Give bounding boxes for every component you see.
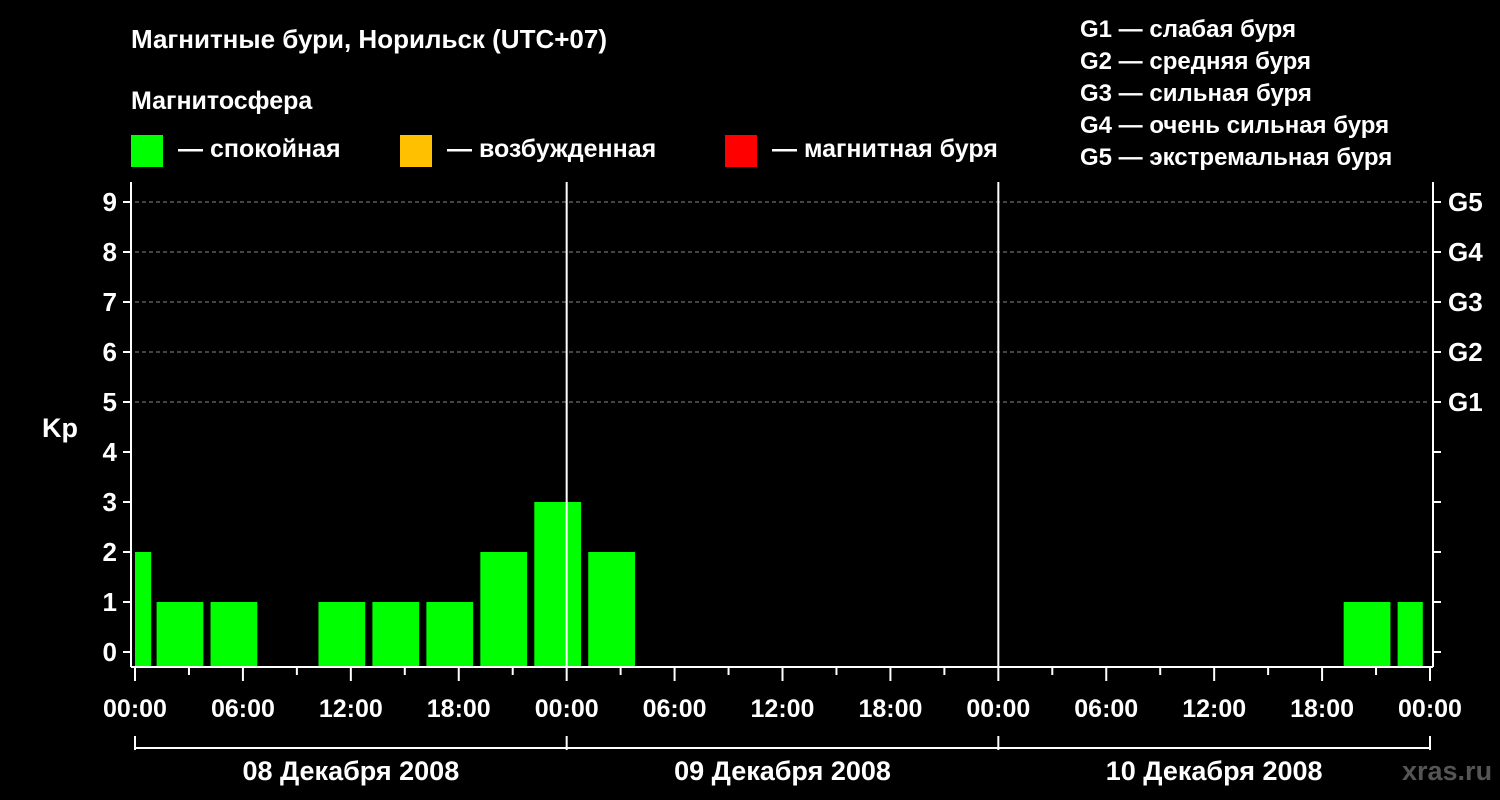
kp-bar-7 — [534, 502, 582, 667]
kp-chart: 0 1 2 3 4 5 6 7 8 9 G1 G2 G3 G4 G5 Kp 00:00 06:00 12:00 18:… — [42, 182, 1483, 786]
date-label-0: 08 Декабря 2008 — [242, 756, 459, 786]
kp-bar-0 — [135, 552, 152, 667]
g-tick-label-G2: G2 — [1448, 337, 1483, 367]
x-tick-label-3: 18:00 — [427, 695, 491, 723]
x-tick-label-8: 00:00 — [966, 695, 1030, 723]
x-tick-label-12: 00:00 — [1398, 695, 1462, 723]
x-tick-label-5: 06:00 — [643, 695, 707, 723]
y-tick-label-1: 1 — [103, 587, 117, 617]
date-label-1: 09 Декабря 2008 — [674, 756, 891, 786]
y-tick-label-4: 4 — [103, 437, 118, 467]
y-tick-label-2: 2 — [103, 537, 117, 567]
g-tick-label-G3: G3 — [1448, 287, 1483, 317]
y-axis-label: Kp — [42, 413, 78, 443]
x-tick-label-11: 18:00 — [1290, 695, 1354, 723]
x-tick-label-4: 00:00 — [535, 695, 599, 723]
x-tick-label-0: 00:00 — [103, 695, 167, 723]
kp-bar-9 — [1343, 602, 1391, 667]
y-tick-label-0: 0 — [103, 637, 117, 667]
kp-bar-3 — [318, 602, 366, 667]
y-tick-label-3: 3 — [103, 487, 117, 517]
y-tick-label-6: 6 — [103, 337, 117, 367]
x-tick-label-2: 12:00 — [319, 695, 383, 723]
x-tick-label-1: 06:00 — [211, 695, 275, 723]
g-tick-label-G5: G5 — [1448, 187, 1483, 217]
kp-bar-10 — [1397, 602, 1423, 667]
x-tick-label-7: 18:00 — [858, 695, 922, 723]
kp-bar-8 — [588, 552, 636, 667]
y-tick-label-7: 7 — [103, 287, 117, 317]
watermark: xras.ru — [1402, 756, 1493, 786]
x-tick-label-9: 06:00 — [1074, 695, 1138, 723]
y-tick-label-5: 5 — [103, 387, 117, 417]
kp-bar-6 — [480, 552, 528, 667]
y-tick-label-8: 8 — [103, 237, 117, 267]
g-tick-label-G1: G1 — [1448, 387, 1483, 417]
kp-bar-2 — [210, 602, 258, 667]
kp-bar-5 — [426, 602, 474, 667]
g-tick-label-G4: G4 — [1448, 237, 1483, 267]
x-tick-label-10: 12:00 — [1182, 695, 1246, 723]
kp-bar-1 — [156, 602, 204, 667]
date-label-2: 10 Декабря 2008 — [1106, 756, 1323, 786]
kp-bar-4 — [372, 602, 420, 667]
x-tick-label-6: 12:00 — [751, 695, 815, 723]
y-tick-label-9: 9 — [103, 187, 117, 217]
